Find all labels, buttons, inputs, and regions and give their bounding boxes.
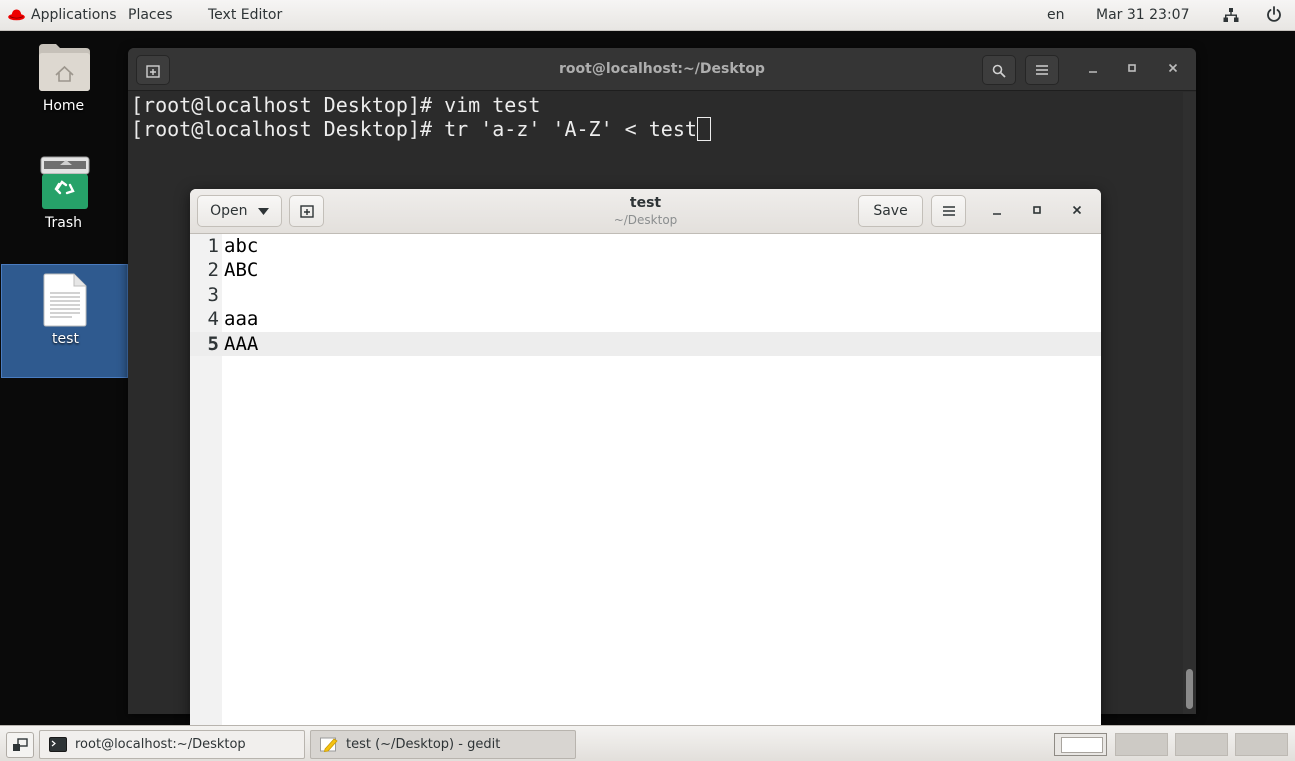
editor-line[interactable]: 1 abc [190, 234, 1101, 258]
top-panel: Applications Places Text Editor en Mar 3… [0, 0, 1295, 31]
terminal-line: [root@localhost Desktop]# vim test [131, 93, 541, 117]
applications-menu[interactable]: Applications [31, 7, 117, 23]
app-menu-text-editor[interactable]: Text Editor [208, 7, 282, 23]
line-text: ABC [224, 259, 259, 282]
show-desktop-button[interactable] [6, 732, 34, 758]
minimize-icon [1089, 71, 1097, 73]
bottom-taskbar: root@localhost:~/Desktop test (~/Desktop… [0, 725, 1295, 761]
gedit-minimize-button[interactable] [987, 202, 1007, 222]
show-desktop-icon [13, 738, 28, 751]
editor-line-current[interactable]: 5 AAA [190, 331, 1101, 356]
editor-line[interactable]: 2 ABC [190, 258, 1101, 282]
terminal-line-text: [root@localhost Desktop]# tr 'a-z' 'A-Z'… [131, 117, 697, 141]
terminal-search-button[interactable] [982, 55, 1016, 85]
line-number: 4 [207, 308, 219, 331]
home-folder-icon [39, 44, 90, 91]
taskbar-item-label: root@localhost:~/Desktop [75, 737, 246, 752]
gedit-maximize-button[interactable] [1027, 202, 1047, 222]
line-number: 2 [207, 259, 219, 282]
taskbar-item-label: test (~/Desktop) - gedit [346, 737, 501, 752]
desktop-icon-home[interactable]: Home [0, 40, 127, 120]
line-text: aaa [224, 308, 259, 331]
workspace-window-preview [1061, 737, 1103, 753]
power-icon[interactable] [1266, 6, 1282, 22]
trash-icon [40, 156, 90, 209]
line-number: 1 [207, 235, 219, 257]
desktop-icon-test-file[interactable]: test [1, 264, 128, 378]
terminal-headerbar[interactable]: root@localhost:~/Desktop [128, 48, 1196, 91]
hamburger-menu-icon [942, 206, 955, 216]
network-wired-icon[interactable] [1223, 7, 1239, 23]
terminal-cursor [696, 117, 711, 141]
terminal-close-button[interactable] [1163, 60, 1183, 80]
terminal-scrollbar-thumb[interactable] [1186, 669, 1193, 709]
text-editor-area[interactable]: 1 abc 2 ABC 3 4 aaa 5 AAA [190, 234, 1101, 356]
desktop-icon-label: Trash [45, 215, 82, 231]
terminal-line: [root@localhost Desktop]# tr 'a-z' 'A-Z'… [131, 117, 1183, 141]
workspace-1[interactable] [1054, 733, 1107, 756]
places-menu[interactable]: Places [128, 7, 173, 23]
taskbar-item-terminal[interactable]: root@localhost:~/Desktop [39, 730, 305, 759]
terminal-scrollbar[interactable] [1183, 92, 1196, 714]
search-icon [992, 64, 1006, 78]
close-icon [1072, 205, 1082, 215]
terminal-minimize-button[interactable] [1083, 60, 1103, 80]
gedit-menu-button[interactable] [931, 195, 966, 227]
line-text: AAA [224, 332, 259, 355]
editor-line[interactable]: 3 [190, 283, 1101, 307]
text-editor-icon [320, 737, 338, 752]
terminal-maximize-button[interactable] [1122, 60, 1142, 80]
gedit-close-button[interactable] [1067, 202, 1087, 222]
minimize-icon [993, 213, 1001, 215]
line-number: 5 [207, 332, 219, 355]
text-file-icon [43, 273, 87, 327]
desktop-icon-label: test [52, 331, 79, 347]
close-icon [1168, 63, 1178, 73]
workspace-2[interactable] [1115, 733, 1168, 756]
clock[interactable]: Mar 31 23:07 [1096, 7, 1189, 23]
hamburger-menu-icon [1036, 65, 1048, 75]
gedit-window[interactable]: Open test ~/Desktop Save 1 abc 2 ABC 3 4… [190, 189, 1101, 729]
taskbar-item-gedit[interactable]: test (~/Desktop) - gedit [310, 730, 576, 759]
editor-line[interactable]: 4 aaa [190, 307, 1101, 331]
desktop-icon-trash[interactable]: Trash [0, 155, 127, 235]
workspace-3[interactable] [1175, 733, 1228, 756]
maximize-icon [1033, 206, 1041, 214]
desktop-icon-label: Home [42, 98, 85, 114]
maximize-icon [1128, 64, 1136, 72]
terminal-menu-button[interactable] [1025, 55, 1059, 85]
redhat-logo-icon [8, 9, 25, 21]
terminal-icon [49, 737, 67, 752]
save-button[interactable]: Save [858, 195, 923, 227]
line-number: 3 [207, 283, 219, 306]
line-text: abc [224, 235, 259, 257]
gedit-headerbar[interactable]: Open test ~/Desktop Save [190, 189, 1101, 234]
workspace-4[interactable] [1235, 733, 1288, 756]
language-indicator[interactable]: en [1047, 7, 1065, 23]
